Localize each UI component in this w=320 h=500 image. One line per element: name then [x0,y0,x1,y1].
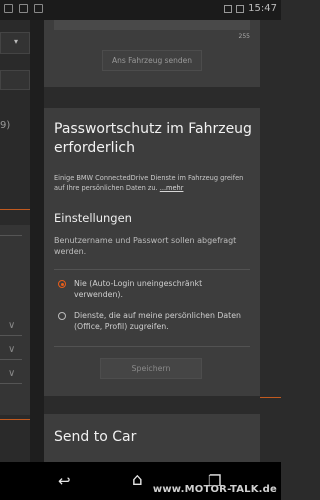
divider [54,346,250,347]
card-title: Passwortschutz im Fahrzeug erforderlich [54,121,252,156]
battery-icon [236,4,245,13]
status-right: 15:47 [224,3,277,14]
side-input[interactable] [0,70,30,90]
send-to-car-card[interactable]: Send to Car [44,414,260,462]
radio-selected[interactable] [58,280,66,288]
accent-line [0,209,30,210]
notification-icon [19,4,28,13]
divider [0,383,22,384]
status-bar: 15:47 [0,0,281,20]
chevron-down-icon[interactable]: ∨ [8,368,15,379]
divider [54,269,250,270]
option-label: Nie (Auto-Login uneingeschränkt verwende… [74,279,203,299]
radio-unselected[interactable] [58,312,66,320]
navigation-bar: ↩ ⌂ ❐ www.MOTOR-TALK.de [0,462,281,500]
chevron-down-icon: ▾ [14,37,19,46]
side-card: ∨ ∨ ∨ [0,225,30,415]
chevron-down-icon[interactable]: ∨ [8,320,15,331]
message-textarea[interactable] [54,20,250,30]
more-link[interactable]: ...mehr [160,184,184,192]
settings-heading: Einstellungen [54,211,132,225]
gutter [30,20,44,462]
divider [0,335,22,336]
settings-hint: Benutzername und Passwort sollen abgefra… [54,236,237,256]
accent-line [260,397,281,398]
watermark: www.MOTOR-TALK.de [152,484,277,495]
divider [0,235,22,236]
send-message-card: 255 Ans Fahrzeug senden [44,20,260,87]
password-protection-card: Passwortschutz im Fahrzeug erforderlich … [44,108,260,396]
description-text: Einige BMW ConnectedDrive Dienste im Fah… [54,174,244,192]
save-button[interactable]: Speichern [100,358,202,379]
clock: 15:47 [248,3,277,14]
back-icon[interactable]: ↩ [58,472,71,490]
divider [0,359,22,360]
send-to-vehicle-button[interactable]: Ans Fahrzeug senden [102,50,202,71]
chevron-down-icon[interactable]: ∨ [8,344,15,355]
notification-icon [4,4,13,13]
card-title: Send to Car [54,429,137,445]
accent-line [0,419,30,420]
char-counter: 255 [238,33,250,40]
side-panel: ▾ 9) ∨ ∨ ∨ [0,20,30,462]
notification-icons [4,4,43,13]
side-partial-text: 9) [0,120,11,131]
home-icon[interactable]: ⌂ [132,470,143,490]
option-label: Dienste, die auf meine persönlichen Date… [74,311,241,331]
signal-icon [224,4,233,13]
notification-icon [34,4,43,13]
side-select[interactable]: ▾ [0,32,30,54]
card-description: Einige BMW ConnectedDrive Dienste im Fah… [54,174,254,193]
